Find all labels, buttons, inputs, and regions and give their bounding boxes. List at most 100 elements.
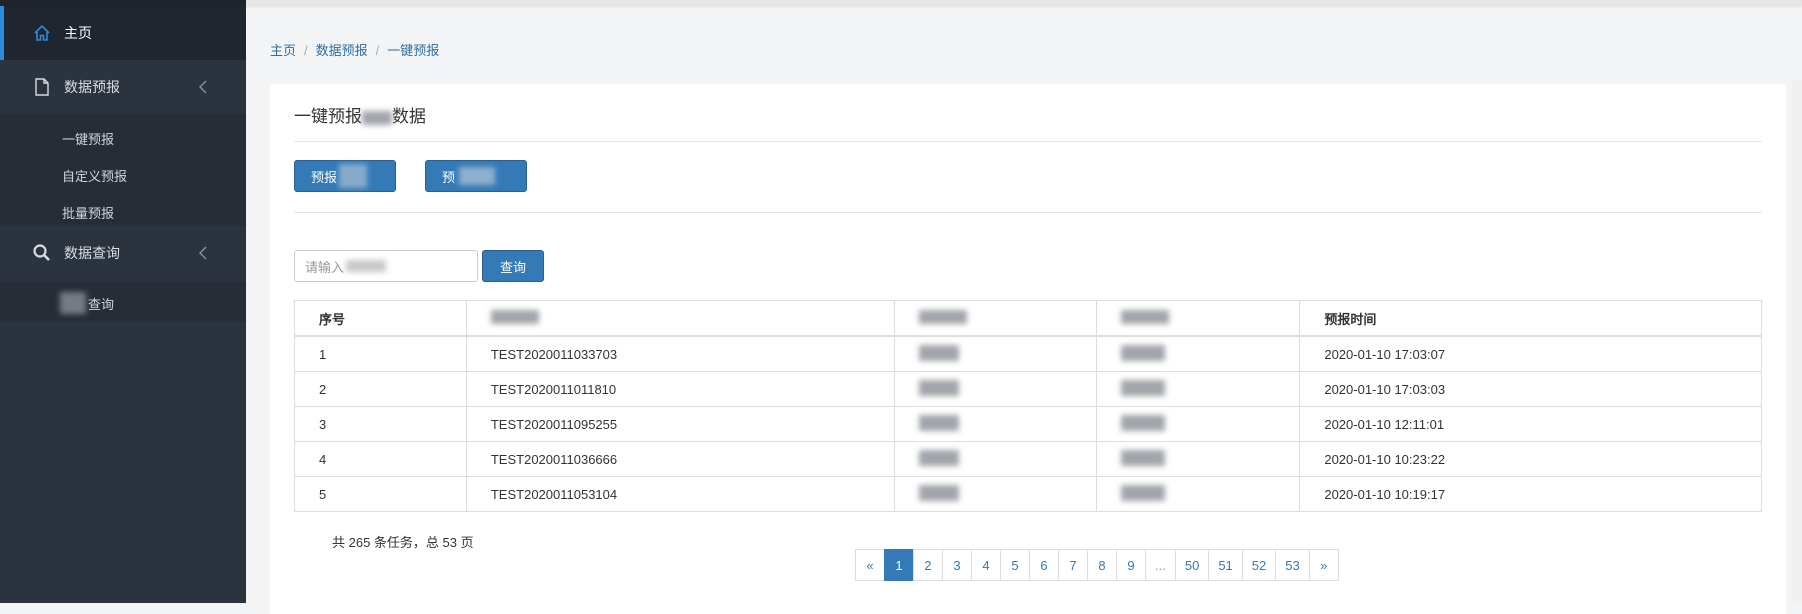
document-icon <box>35 78 49 96</box>
sidebar-item-data-query[interactable]: 数据查询 <box>0 226 246 280</box>
sidebar: 主页 数据预报 一键预报 自定义预报 批量预报 数据查询 查询 <box>0 0 246 603</box>
redacted-block <box>1121 449 1166 466</box>
cell-time: 2020-01-10 10:19:17 <box>1299 476 1762 512</box>
cell-redacted <box>1096 335 1301 372</box>
header-col2 <box>465 300 895 337</box>
breadcrumb-current[interactable]: 一键预报 <box>387 43 439 58</box>
table-row[interactable]: 1 TEST2020011033703 2020-01-10 17:03:07 <box>294 335 1762 372</box>
redacted-block <box>1121 379 1166 396</box>
page-button-7[interactable]: 7 <box>1058 549 1088 581</box>
top-shadow <box>246 0 1802 6</box>
sidebar-item-home[interactable]: 主页 <box>0 6 246 60</box>
cell-index: 1 <box>294 335 467 372</box>
cell-redacted <box>893 476 1098 512</box>
redacted-block <box>918 309 967 324</box>
page-button-50[interactable]: 50 <box>1174 549 1210 581</box>
page-button-53[interactable]: 53 <box>1275 549 1310 581</box>
page-next-button[interactable]: » <box>1308 549 1339 581</box>
sidebar-subitem-query[interactable]: 查询 <box>88 294 114 313</box>
redacted-block <box>1121 414 1166 431</box>
cell-index: 4 <box>294 441 467 477</box>
cell-task-id: TEST2020011095255 <box>465 406 895 442</box>
cell-time: 2020-01-10 17:03:03 <box>1299 371 1762 407</box>
divider <box>294 141 1762 142</box>
cell-redacted <box>893 441 1098 477</box>
cell-redacted <box>893 335 1098 372</box>
table-row[interactable]: 4 TEST2020011036666 2020-01-10 10:23:22 <box>294 441 1762 477</box>
sidebar-subitem-quick-forecast[interactable]: 一键预报 <box>62 129 114 148</box>
table-row[interactable]: 5 TEST2020011053104 2020-01-10 10:19:17 <box>294 476 1762 512</box>
table-row[interactable]: 2 TEST2020011011810 2020-01-10 17:03:03 <box>294 371 1762 407</box>
search-icon <box>33 244 50 261</box>
sidebar-subitem-batch-forecast[interactable]: 批量预报 <box>62 203 114 222</box>
cell-index: 3 <box>294 406 467 442</box>
page-button-1[interactable]: 1 <box>884 549 914 581</box>
cell-task-id: TEST2020011011810 <box>465 371 895 407</box>
pagination-summary: 共 265 条任务，总 53 页 <box>332 535 474 550</box>
cell-redacted <box>893 406 1098 442</box>
sidebar-item-label: 数据查询 <box>64 245 120 261</box>
redacted-block <box>1121 309 1170 324</box>
vertical-scrollbar[interactable] <box>1792 80 1802 603</box>
cell-time: 2020-01-10 10:23:22 <box>1299 441 1762 477</box>
page-button-5[interactable]: 5 <box>1000 549 1030 581</box>
redacted-block <box>339 164 368 188</box>
header-index: 序号 <box>294 300 467 337</box>
page-button-2[interactable]: 2 <box>913 549 943 581</box>
redacted-block <box>346 260 387 272</box>
breadcrumb-separator: / <box>304 43 308 58</box>
redacted-block <box>918 484 959 501</box>
page-button-4[interactable]: 4 <box>971 549 1001 581</box>
page-button-52[interactable]: 52 <box>1241 549 1277 581</box>
search-placeholder: 请输入 <box>305 259 345 275</box>
page-button-8[interactable]: 8 <box>1087 549 1117 581</box>
sidebar-submenu-forecast: 一键预报 自定义预报 批量预报 <box>0 114 246 226</box>
page-button-51[interactable]: 51 <box>1208 549 1243 581</box>
search-input[interactable]: 请输入 <box>294 250 478 282</box>
sidebar-item-label: 主页 <box>64 25 92 41</box>
header-col3 <box>893 300 1098 337</box>
redacted-block <box>918 344 959 361</box>
divider <box>294 212 1762 213</box>
page-button-9[interactable]: 9 <box>1116 549 1146 581</box>
table-row[interactable]: 3 TEST2020011095255 2020-01-10 12:11:01 <box>294 406 1762 442</box>
redacted-block <box>918 379 959 396</box>
sidebar-submenu-query: 查询 <box>0 282 246 322</box>
redacted-block <box>1121 344 1166 361</box>
forecast-button-1[interactable]: 预报 <box>294 160 396 192</box>
page-prev-button[interactable]: « <box>855 549 885 581</box>
sidebar-item-data-forecast[interactable]: 数据预报 <box>0 60 246 114</box>
cell-task-id: TEST2020011033703 <box>465 335 895 372</box>
results-table: 序号 预报时间 1 TEST2020011033703 2020-01-10 1… <box>294 300 1762 512</box>
home-icon <box>34 24 50 41</box>
page-title-suffix: 数据 <box>392 107 426 126</box>
cell-redacted <box>1096 406 1301 442</box>
cell-redacted <box>1096 476 1301 512</box>
sidebar-subitem-custom-forecast[interactable]: 自定义预报 <box>62 166 127 185</box>
redacted-block <box>459 167 496 185</box>
cell-task-id: TEST2020011053104 <box>465 476 895 512</box>
cell-redacted <box>893 371 1098 407</box>
cell-index: 2 <box>294 371 467 407</box>
chevron-left-icon <box>199 80 207 94</box>
page-title: 一键预报 数据 <box>294 102 426 127</box>
page-button-3[interactable]: 3 <box>942 549 972 581</box>
button-label: 预报 <box>311 169 338 185</box>
redacted-block <box>60 292 86 314</box>
forecast-button-2[interactable]: 预 <box>425 160 527 192</box>
query-button[interactable]: 查询 <box>482 250 544 282</box>
redacted-block <box>490 309 539 324</box>
cell-redacted <box>1096 371 1301 407</box>
redacted-block <box>362 110 392 125</box>
breadcrumb-home[interactable]: 主页 <box>270 43 296 58</box>
redacted-block <box>1121 484 1166 501</box>
cell-time: 2020-01-10 17:03:07 <box>1299 335 1762 372</box>
page-button-6[interactable]: 6 <box>1029 549 1059 581</box>
page-title-prefix: 一键预报 <box>294 107 362 126</box>
cell-index: 5 <box>294 476 467 512</box>
redacted-block <box>918 449 959 466</box>
button-label: 预 <box>442 169 456 185</box>
main-panel: 一键预报 数据 预报 预 请输入 查询 序号 预报时间 1 TEST202001… <box>270 84 1786 614</box>
cell-redacted <box>1096 441 1301 477</box>
breadcrumb-forecast[interactable]: 数据预报 <box>316 43 368 58</box>
